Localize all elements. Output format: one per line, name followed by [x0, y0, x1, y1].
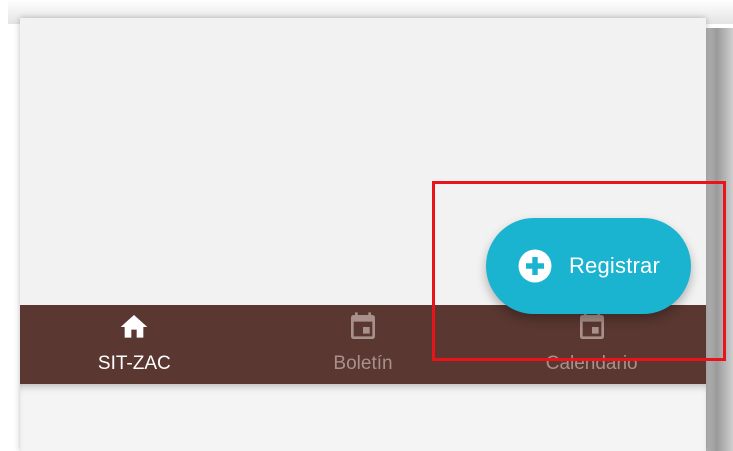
frame-shadow-right: [706, 28, 733, 451]
nav-item-label: Boletín: [333, 353, 393, 374]
nav-item-calendario[interactable]: Calendario: [477, 305, 706, 384]
plus-circle-icon: [518, 249, 552, 283]
nav-item-label: Calendario: [545, 353, 638, 374]
calendar-icon: [351, 312, 375, 339]
home-icon: [120, 315, 148, 338]
fab-label: Registrar: [568, 253, 661, 278]
nav-item-sit-zac[interactable]: SIT-ZAC: [20, 305, 249, 384]
nav-item-label: SIT-ZAC: [97, 353, 171, 374]
nav-item-boletin[interactable]: Boletín: [249, 305, 478, 384]
lower-content: [20, 384, 706, 451]
device-frame: SIT-ZAC Boletín Calendario Registrar: [0, 0, 733, 451]
bottom-navigation: SIT-ZAC Boletín Calendario: [20, 305, 706, 384]
registrar-fab-button[interactable]: Registrar: [486, 218, 691, 314]
app-screen: SIT-ZAC Boletín Calendario Registrar: [20, 18, 706, 451]
calendar-icon: [579, 312, 604, 339]
